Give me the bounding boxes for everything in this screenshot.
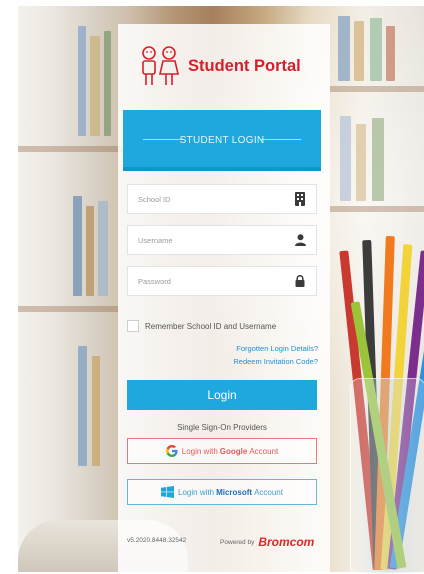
google-icon (165, 445, 178, 457)
google-provider-name: Google (219, 446, 248, 456)
lock-icon (294, 274, 306, 288)
microsoft-login-prefix: Login with (178, 487, 215, 497)
user-icon (294, 233, 306, 247)
book (86, 206, 94, 296)
shelf (330, 206, 424, 212)
username-input[interactable] (138, 235, 278, 245)
header-divider (123, 167, 321, 171)
book (372, 118, 384, 201)
pencil-jar (350, 378, 424, 574)
book (356, 124, 366, 201)
forgot-login-link[interactable]: Forgotten Login Details? (236, 344, 318, 353)
book (340, 116, 351, 201)
page-title: Student Portal (188, 56, 301, 75)
book (92, 356, 100, 466)
windows-icon (161, 486, 175, 498)
book (73, 196, 82, 296)
shelf (18, 306, 118, 312)
microsoft-login-button[interactable]: Login with Microsoft Account (127, 479, 317, 505)
password-field (127, 266, 317, 296)
book (98, 201, 108, 296)
bromcom-logo: Bromcom (258, 535, 315, 549)
book (338, 16, 350, 81)
redeem-invitation-link[interactable]: Redeem Invitation Code? (233, 357, 318, 366)
username-field (127, 225, 317, 255)
shelf (330, 86, 424, 92)
book (78, 346, 87, 466)
login-button[interactable]: Login (127, 380, 317, 410)
school-id-field (127, 184, 317, 214)
school-id-input[interactable] (138, 194, 278, 204)
google-login-button[interactable]: Login with Google Account (127, 438, 317, 464)
building-icon (294, 192, 306, 206)
microsoft-provider-name: Microsoft (216, 487, 253, 497)
login-header-title: STUDENT LOGIN (179, 134, 265, 146)
remember-label: Remember School ID and Username (145, 321, 277, 331)
shelf (18, 146, 128, 152)
book (104, 31, 111, 136)
book (370, 18, 382, 81)
version-label: v5.2020.8448.32542 (127, 537, 187, 544)
portal-logo: Student Portal (138, 44, 301, 88)
powered-by-label: Powered by (220, 538, 255, 546)
google-login-prefix: Login with (181, 446, 218, 456)
password-input[interactable] (138, 276, 278, 286)
google-login-suffix: Account (249, 446, 279, 456)
remember-me[interactable]: Remember School ID and Username (127, 320, 276, 332)
book (90, 36, 100, 136)
book (386, 26, 395, 81)
remember-checkbox[interactable] (127, 320, 139, 332)
powered-by: Powered by Bromcom (220, 535, 314, 549)
book (78, 26, 86, 136)
student-figures-logo-icon (142, 46, 180, 85)
book (354, 21, 364, 81)
login-header: STUDENT LOGIN (123, 110, 321, 170)
microsoft-login-suffix: Account (254, 487, 283, 497)
sso-label: Single Sign-On Providers (177, 423, 267, 432)
